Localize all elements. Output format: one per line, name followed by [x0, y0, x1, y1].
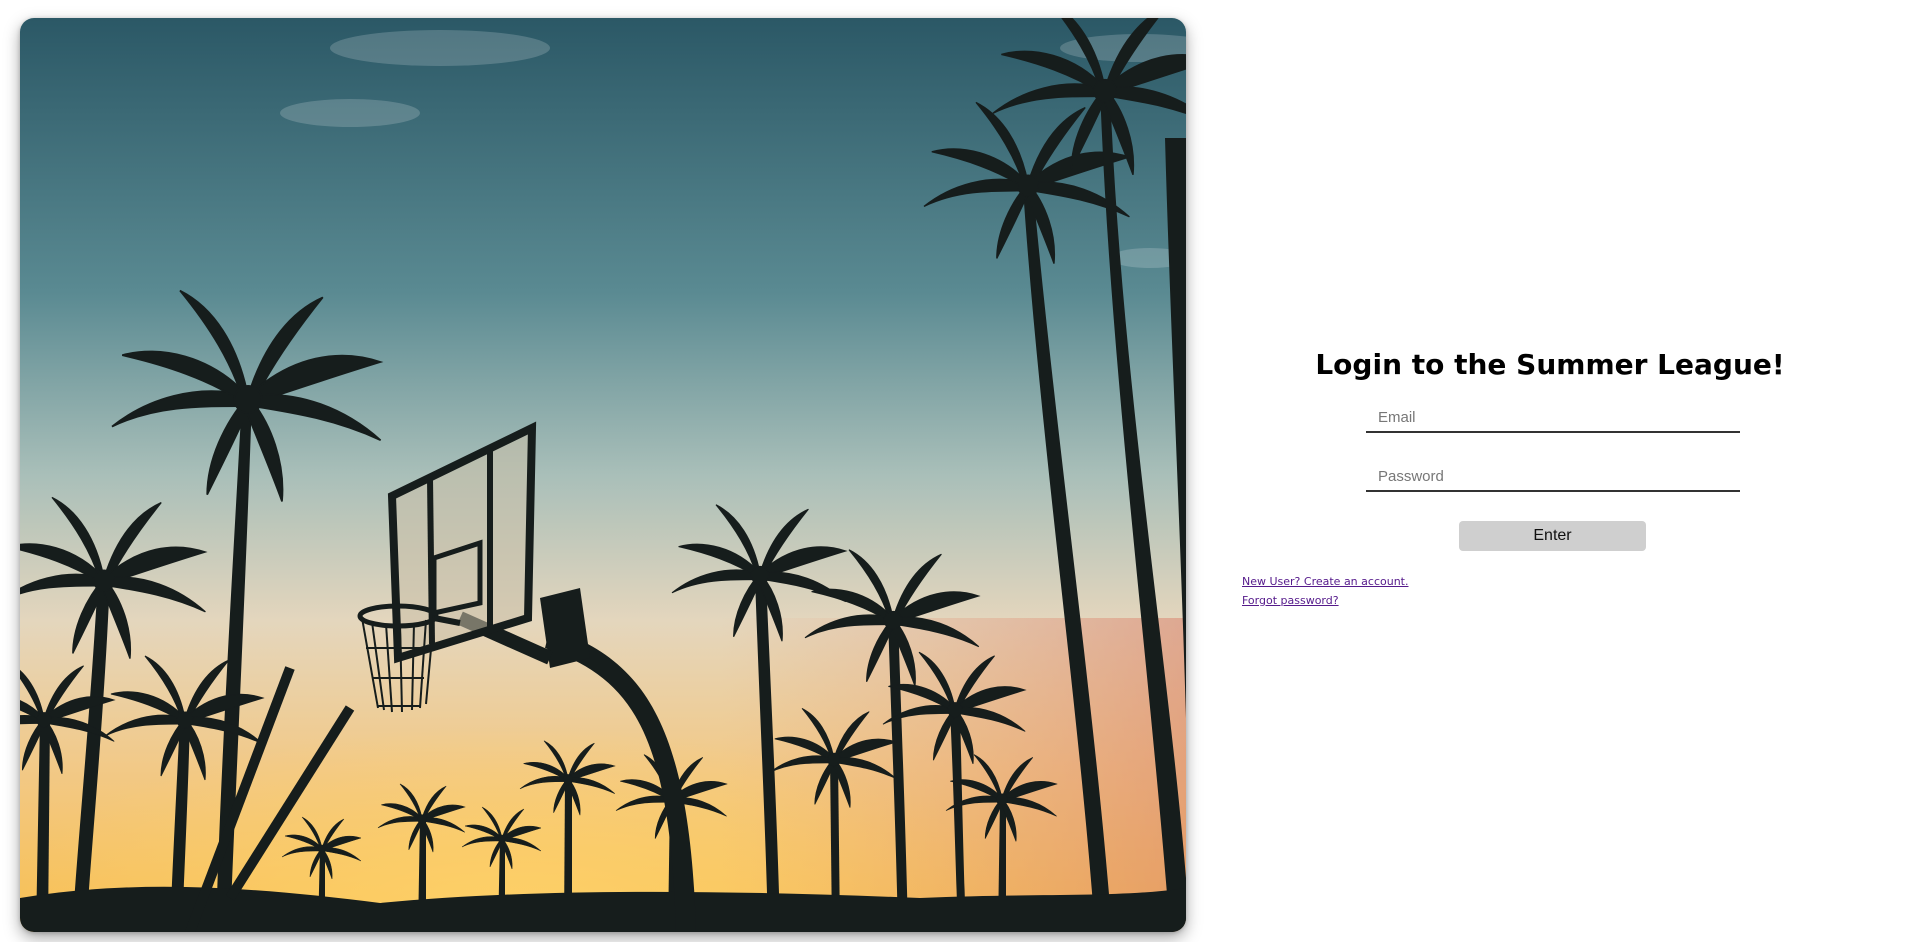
- page-title: Login to the Summer League!: [1315, 348, 1785, 381]
- create-account-link[interactable]: New User? Create an account.: [1242, 572, 1408, 591]
- password-field[interactable]: [1366, 462, 1740, 492]
- enter-button[interactable]: Enter: [1459, 521, 1646, 551]
- basketball-hoop-sunset-photo: [20, 18, 1186, 932]
- account-links: New User? Create an account. Forgot pass…: [1242, 572, 1408, 610]
- email-field[interactable]: [1366, 403, 1740, 433]
- hero-photo: [20, 18, 1186, 932]
- login-panel: Login to the Summer League! Enter New Us…: [1240, 0, 1860, 942]
- forgot-password-link[interactable]: Forgot password?: [1242, 591, 1408, 610]
